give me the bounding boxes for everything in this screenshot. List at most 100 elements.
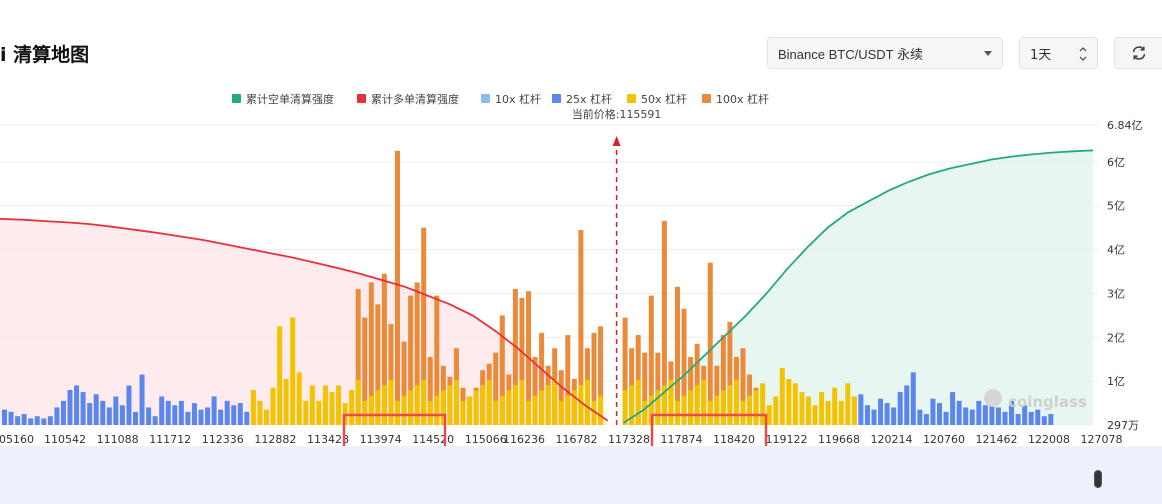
bar-25x	[1028, 411, 1034, 425]
bar-25x	[218, 409, 224, 425]
bar-25x	[2, 409, 7, 425]
x-tick-label: 127078	[1081, 433, 1123, 446]
legend-label: 10x 杠杆	[495, 92, 541, 106]
bar-50x	[688, 390, 694, 425]
x-tick-label: 120760	[923, 433, 965, 446]
bar-50x	[473, 390, 479, 425]
bar-25x	[224, 400, 230, 425]
bar-50x	[727, 385, 733, 425]
x-tick-label: 114520	[412, 433, 454, 446]
bar-50x	[720, 390, 726, 425]
x-tick-label: 113974	[360, 433, 402, 446]
bar-25x	[904, 385, 910, 425]
bar-25x	[152, 416, 158, 425]
bar-25x	[126, 385, 132, 425]
bar-50x	[558, 400, 564, 425]
x-tick-label: 122008	[1028, 433, 1070, 446]
bar-25x	[205, 407, 211, 425]
bar-50x	[838, 400, 844, 425]
y-tick-label: 297万	[1107, 419, 1139, 432]
bar-25x	[956, 400, 962, 425]
bar-25x	[858, 394, 864, 425]
bar-50x	[565, 395, 571, 425]
bar-50x	[329, 392, 335, 425]
bar-25x	[54, 407, 60, 425]
bar-50x	[681, 395, 687, 425]
legend-swatch	[357, 94, 366, 103]
bar-50x	[322, 385, 328, 425]
bar-50x	[460, 400, 466, 425]
bar-50x	[447, 385, 453, 425]
bar-25x	[172, 405, 178, 425]
bar-25x	[159, 396, 165, 425]
bar-50x	[408, 390, 414, 425]
bar-50x	[740, 400, 746, 425]
x-tick-label: 113428	[307, 433, 349, 446]
liquidation-heatmap-chart: 当前价格:115591 累计空单清算强度 累计多单清算强度 10x 杠杆 25x 杠杆 5…	[0, 92, 1143, 446]
bar-50x	[414, 385, 420, 425]
bar-25x	[211, 396, 217, 425]
bar-50x	[819, 392, 825, 425]
bar-50x	[381, 385, 387, 425]
bar-50x	[675, 400, 680, 425]
bar-50x	[806, 396, 811, 425]
current-price-arrow-icon	[612, 136, 621, 146]
zoom-scrollbar[interactable]	[0, 446, 1162, 504]
y-tick-label: 2亿	[1107, 331, 1125, 344]
bar-50x	[316, 400, 322, 425]
page-title: ⅰ 清算地图	[0, 44, 90, 66]
bar-25x	[878, 398, 884, 425]
bar-25x	[41, 418, 47, 425]
bar-50x	[526, 400, 531, 425]
bar-25x	[34, 416, 40, 425]
bar-50x	[355, 379, 361, 425]
bar-50x	[786, 378, 792, 425]
bar-50x	[362, 400, 368, 425]
bar-50x	[545, 385, 551, 425]
bar-25x	[21, 414, 27, 425]
bar-50x	[506, 390, 512, 425]
bar-25x	[231, 405, 237, 425]
bar-50x	[773, 396, 779, 425]
bar-50x	[493, 400, 499, 425]
bar-25x	[871, 409, 877, 425]
bar-50x	[257, 400, 263, 425]
bar-50x	[584, 379, 590, 425]
bar-25x	[28, 418, 34, 425]
bar-25x	[943, 411, 949, 425]
bar-50x	[499, 395, 505, 425]
y-tick-label: 3亿	[1107, 287, 1125, 300]
bar-25x	[139, 374, 145, 425]
refresh-button[interactable]	[1114, 37, 1162, 69]
bar-50x	[766, 405, 772, 425]
timeframe-select[interactable]: 1天	[1019, 37, 1098, 69]
bar-25x	[119, 405, 125, 425]
bar-25x	[923, 414, 929, 425]
x-tick-label: 119668	[818, 433, 860, 446]
bar-25x	[8, 411, 14, 425]
bar-50x	[467, 396, 473, 425]
bar-25x	[937, 403, 942, 425]
bar-50x	[309, 385, 315, 425]
bar-25x	[930, 398, 936, 425]
legend-label: 50x 杠杆	[641, 92, 687, 106]
bar-50x	[453, 379, 459, 425]
y-tick-label: 6.84亿	[1107, 119, 1143, 132]
exchange-select[interactable]: Binance BTC/USDT 永续	[767, 37, 1003, 69]
bar-50x	[264, 409, 269, 425]
y-tick-label: 6亿	[1107, 156, 1125, 169]
bar-25x	[244, 411, 250, 425]
bar-25x	[976, 400, 982, 425]
bar-50x	[825, 400, 831, 425]
bar-25x	[1015, 414, 1021, 425]
legend-label: 累计多单清算强度	[371, 92, 459, 106]
bar-50x	[283, 378, 289, 425]
bar-25x	[93, 394, 99, 425]
scrollbar-handle[interactable]	[1094, 470, 1102, 488]
bar-25x	[185, 411, 191, 425]
bar-25x	[198, 409, 204, 425]
bar-25x	[87, 403, 93, 425]
bar-50x	[694, 385, 700, 425]
refresh-icon	[1132, 46, 1145, 60]
x-tick-label: 120214	[871, 433, 913, 446]
